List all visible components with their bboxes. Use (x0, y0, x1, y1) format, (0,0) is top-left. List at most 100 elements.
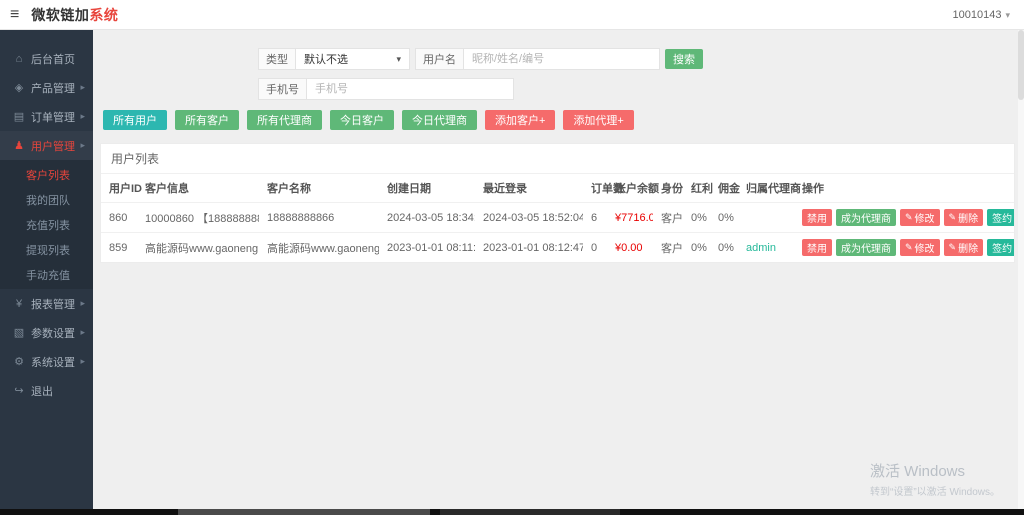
taskbar-segment (440, 509, 620, 515)
col-header: 红利 (691, 183, 713, 195)
user-list-panel: 用户列表 用户ID 客户信息 客户名称 创建日期 最近登录 订单数 账户余额 身… (100, 143, 1015, 263)
chevron-down-icon: ▾ (1005, 9, 1010, 20)
type-filter-group: 类型 默认不选 ▾ (258, 48, 410, 70)
delete-button[interactable]: ✎ 删除 (943, 239, 984, 256)
sidebar-item-dashboard[interactable]: ⌂ 后台首页 (0, 44, 93, 73)
cell-user-id: 859 (101, 232, 137, 262)
logout-icon: ↪ (14, 385, 24, 397)
product-icon: ◈ (14, 82, 24, 94)
col-header: 用户ID (109, 183, 142, 195)
cell-created: 2023-01-01 08:11:49 (379, 232, 475, 262)
cell-identity: 客户 (653, 202, 683, 233)
sidebar-item-system-settings[interactable]: ⚙ 系统设置 ▸ (0, 347, 93, 376)
cell-user-id: 860 (101, 202, 137, 233)
sign-contract-button[interactable]: 签约 (987, 209, 1014, 226)
chevron-right-icon: ▸ (80, 327, 85, 337)
chevron-right-icon: ▸ (80, 356, 85, 366)
pencil-icon: ✎ (905, 242, 913, 252)
cell-balance: ¥7716.00 (607, 202, 653, 233)
add-agent-button[interactable]: 添加代理+ (563, 110, 634, 130)
table-row: 860 10000860 【18888888866】 18888888866 2… (101, 202, 1014, 233)
windows-activation-watermark: 激活 Windows 转到“设置”以激活 Windows。 (870, 460, 1000, 498)
watermark-subtitle: 转到“设置”以激活 Windows。 (870, 487, 1001, 498)
app-brand: 微软链加系统 (31, 5, 118, 25)
sidebar-item-logout[interactable]: ↪ 退出 (0, 376, 93, 405)
brand-accent-text: 系统 (89, 6, 119, 23)
report-icon: ¥ (15, 297, 23, 310)
cell-orders: 6 (583, 202, 607, 233)
app-root: ≡ 微软链加系统 10010143 ▾ ⌂ 后台首页 ◈ 产品管理 ▸ ▤ 订单… (0, 0, 1024, 515)
cell-commission: 0% (710, 232, 738, 262)
submenu-item-my-team[interactable]: 我的团队 (0, 187, 93, 212)
col-header: 订单数 (591, 183, 624, 195)
cell-commission: 0% (710, 202, 738, 233)
submenu-item-customer-list[interactable]: 客户列表 (0, 162, 93, 187)
cell-operations: 禁用 成为代理商 ✎修改 ✎删除 签约 资金流水 (794, 232, 1014, 262)
type-label: 类型 (258, 48, 295, 70)
today-agents-button[interactable]: 今日代理商 (402, 110, 477, 130)
sidebar-item-orders[interactable]: ▤ 订单管理 ▸ (0, 102, 93, 131)
become-agent-button[interactable]: 成为代理商 (836, 209, 896, 226)
edit-button[interactable]: ✎ 修改 (900, 239, 940, 256)
col-header: 客户信息 (145, 183, 189, 195)
phone-input[interactable] (306, 78, 514, 100)
cell-agent (738, 202, 794, 233)
username-input[interactable] (463, 48, 660, 70)
disable-button[interactable]: 禁用 (802, 209, 832, 226)
taskbar-segment (178, 509, 430, 515)
pencil-icon: ✎ (905, 212, 913, 222)
phone-filter-group: 手机号 (258, 78, 514, 100)
table-header-row: 用户ID 客户信息 客户名称 创建日期 最近登录 订单数 账户余额 身份 红利 … (101, 174, 1014, 203)
user-table: 用户ID 客户信息 客户名称 创建日期 最近登录 订单数 账户余额 身份 红利 … (101, 174, 1014, 262)
sidebar-item-parameters[interactable]: ▧ 参数设置 ▸ (0, 318, 93, 347)
pencil-icon: ✎ (948, 242, 957, 252)
sidebar: ⌂ 后台首页 ◈ 产品管理 ▸ ▤ 订单管理 ▸ ♟ 用户管理 ▸ 客户列表 我… (0, 30, 93, 509)
pencil-icon: ✎ (948, 212, 957, 222)
username-label: 10010143 (952, 9, 1002, 21)
sidebar-item-label: 报表管理 (31, 298, 75, 311)
all-customers-button[interactable]: 所有客户 (175, 110, 239, 130)
username-field-label: 用户名 (415, 48, 463, 70)
username-filter-group: 用户名 (415, 48, 660, 70)
delete-button[interactable]: ✎ 删除 (943, 209, 984, 226)
edit-button[interactable]: ✎ 修改 (900, 209, 940, 226)
user-dropdown[interactable]: 10010143 ▾ (953, 0, 1010, 30)
sign-contract-button[interactable]: 签约 (987, 239, 1014, 256)
cell-name: 18888888866 (259, 202, 379, 233)
col-header: 归属代理商 (746, 183, 801, 195)
sidebar-item-label: 后台首页 (31, 53, 75, 66)
become-agent-button[interactable]: 成为代理商 (836, 239, 896, 256)
search-button[interactable]: 搜索 (665, 49, 703, 69)
cell-last-login: 2024-03-05 18:52:04 (475, 202, 583, 233)
sidebar-item-users[interactable]: ♟ 用户管理 ▸ (0, 131, 93, 160)
sidebar-item-products[interactable]: ◈ 产品管理 ▸ (0, 73, 93, 102)
submenu-item-recharge-list[interactable]: 充值列表 (0, 212, 93, 237)
sidebar-item-reports[interactable]: ¥ 报表管理 ▸ (0, 289, 93, 318)
cell-bonus: 0% (683, 232, 710, 262)
disable-button[interactable]: 禁用 (802, 239, 832, 256)
col-header: 最近登录 (483, 183, 527, 195)
scrollbar-thumb[interactable] (1018, 30, 1024, 100)
type-select[interactable]: 默认不选 ▾ (295, 48, 410, 70)
top-navbar: ≡ 微软链加系统 10010143 ▾ (0, 0, 1024, 30)
cell-agent: admin (738, 232, 794, 262)
vertical-scrollbar[interactable] (1018, 30, 1024, 509)
chevron-right-icon: ▸ (80, 140, 85, 150)
sidebar-item-label: 系统设置 (31, 356, 75, 369)
hamburger-menu-icon[interactable]: ≡ (10, 6, 19, 23)
parameters-icon: ▧ (13, 327, 25, 339)
all-users-button[interactable]: 所有用户 (103, 110, 167, 130)
panel-title: 用户列表 (101, 144, 1014, 174)
submenu-item-manual-recharge[interactable]: 手动充值 (0, 262, 93, 287)
phone-field-label: 手机号 (258, 78, 306, 100)
chevron-right-icon: ▸ (80, 111, 85, 121)
chevron-right-icon: ▸ (80, 298, 85, 308)
today-customers-button[interactable]: 今日客户 (330, 110, 394, 130)
submenu-item-withdraw-list[interactable]: 提现列表 (0, 237, 93, 262)
users-submenu: 客户列表 我的团队 充值列表 提现列表 手动充值 (0, 160, 93, 289)
cell-last-login: 2023-01-01 08:12:47 (475, 232, 583, 262)
add-customer-button[interactable]: 添加客户+ (485, 110, 556, 130)
all-agents-button[interactable]: 所有代理商 (247, 110, 322, 130)
brand-text: 微软链加 (31, 6, 90, 23)
sidebar-item-label: 订单管理 (31, 111, 75, 124)
